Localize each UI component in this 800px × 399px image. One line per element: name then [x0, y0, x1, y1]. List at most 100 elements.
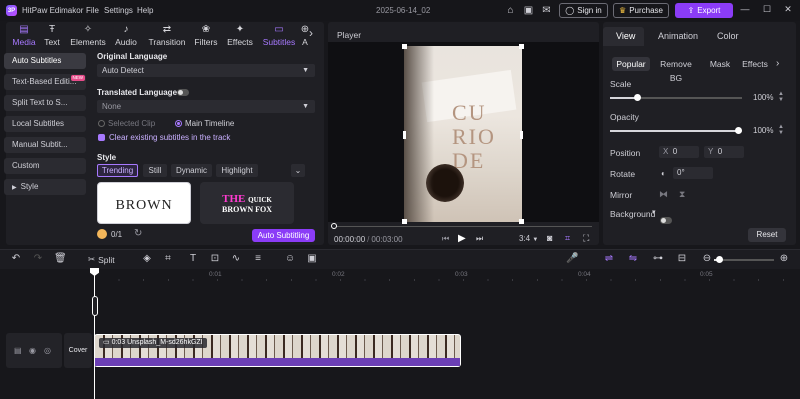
- sign-in-button[interactable]: ◯ Sign in: [559, 3, 608, 18]
- menu-settings[interactable]: Settings: [104, 6, 133, 15]
- playback-progress-track[interactable]: [334, 226, 592, 227]
- tab-animation[interactable]: Animation: [658, 31, 698, 41]
- style-card-quick-brown-fox[interactable]: THE QUICK BROWN FOX: [200, 182, 294, 224]
- link-icon[interactable]: ⇌: [603, 253, 615, 264]
- menu-manual-subtitles[interactable]: Manual Subtit...: [4, 137, 86, 153]
- zoom-out-icon[interactable]: ⊖: [701, 253, 713, 264]
- safe-zone-icon[interactable]: ⌗: [565, 233, 570, 244]
- radio-selected-clip[interactable]: [98, 120, 105, 127]
- subtab-popular[interactable]: Popular: [612, 57, 650, 71]
- freeze-icon[interactable]: ⊡: [209, 253, 221, 264]
- tab-color[interactable]: Color: [717, 31, 739, 41]
- zoom-slider[interactable]: [714, 259, 774, 261]
- microphone-icon[interactable]: 🎤: [566, 253, 578, 264]
- crop-icon[interactable]: ⌗: [162, 253, 174, 264]
- scale-stepper-icon[interactable]: ▲ ▼: [778, 91, 784, 103]
- category-text[interactable]: Ŧ Text: [34, 24, 70, 47]
- zoom-slider-knob[interactable]: [716, 256, 723, 263]
- rotate-icon[interactable]: ◐: [661, 169, 666, 178]
- menu-auto-subtitles[interactable]: Auto Subtitles: [4, 53, 86, 69]
- text-insert-icon[interactable]: T: [187, 253, 199, 264]
- category-subtitles[interactable]: ▭ Subtitles: [260, 24, 298, 47]
- radio-main-timeline[interactable]: [175, 120, 182, 127]
- opacity-slider[interactable]: [610, 130, 742, 132]
- close-icon[interactable]: ✕: [781, 4, 795, 15]
- style-tab-still[interactable]: Still: [143, 164, 167, 177]
- category-audio[interactable]: ♪ Audio: [108, 24, 144, 47]
- playback-progress-knob[interactable]: [331, 223, 337, 229]
- menu-split-text[interactable]: Split Text to S...: [4, 95, 86, 111]
- checkbox-checked-icon[interactable]: [98, 134, 105, 141]
- cover-button[interactable]: Cover: [64, 333, 92, 368]
- align-icon[interactable]: ≡: [252, 253, 264, 264]
- menu-local-subtitles[interactable]: Local Subtitles: [4, 116, 86, 132]
- purchase-button[interactable]: ♛ Purchase: [613, 3, 669, 18]
- gift-icon[interactable]: ⌂: [504, 4, 517, 17]
- marker-icon[interactable]: ◈: [141, 253, 153, 264]
- redo-icon[interactable]: ↷: [32, 253, 44, 264]
- menu-custom[interactable]: Custom: [4, 158, 86, 174]
- ripple-icon[interactable]: ⇋: [627, 253, 639, 264]
- play-icon[interactable]: ▶: [458, 233, 466, 244]
- delete-icon[interactable]: 🗑: [54, 253, 67, 264]
- chevron-right-icon[interactable]: ›: [776, 58, 779, 69]
- position-y-field[interactable]: Y 0: [704, 146, 744, 158]
- category-filters[interactable]: ❀ Filters: [188, 24, 224, 47]
- scale-slider-knob[interactable]: [634, 94, 641, 101]
- step-back-icon[interactable]: ⏮: [442, 234, 449, 244]
- fit-icon[interactable]: ⊟: [676, 253, 688, 264]
- position-x-field[interactable]: X 0: [659, 146, 699, 158]
- resize-handle-tr[interactable]: [519, 44, 524, 49]
- refresh-icon[interactable]: ↻: [134, 228, 142, 239]
- cart-icon[interactable]: ▣: [522, 4, 535, 17]
- export-button[interactable]: ⇪ Export: [675, 3, 733, 18]
- minimize-icon[interactable]: —: [738, 4, 752, 14]
- style-card-brown[interactable]: BROWN: [97, 182, 191, 224]
- reset-button[interactable]: Reset: [748, 228, 786, 242]
- aspect-ratio-select[interactable]: 3:4 ▼: [519, 234, 538, 243]
- opacity-stepper-icon[interactable]: ▲ ▼: [778, 124, 784, 136]
- video-frame[interactable]: CU RIO DE: [404, 46, 522, 222]
- track-visibility-icon[interactable]: ◉: [29, 346, 36, 355]
- media-import-icon[interactable]: ▣: [306, 253, 318, 264]
- menu-help[interactable]: Help: [137, 6, 153, 15]
- clear-existing-checkbox[interactable]: Clear existing subtitles in the track: [98, 133, 230, 142]
- resize-handle-bl[interactable]: [402, 219, 407, 224]
- split-button[interactable]: ✂ Split: [88, 254, 115, 265]
- playhead-line[interactable]: [94, 270, 95, 399]
- resize-handle-left[interactable]: [403, 131, 406, 139]
- mail-icon[interactable]: ✉: [540, 4, 553, 17]
- playhead-handle[interactable]: [92, 296, 98, 316]
- mirror-horizontal-icon[interactable]: ⧓: [659, 189, 668, 200]
- maximize-icon[interactable]: ☐: [760, 4, 774, 15]
- subtab-remove-bg[interactable]: Remove BG: [653, 57, 699, 83]
- fullscreen-icon[interactable]: ⛶: [583, 233, 589, 244]
- tab-view[interactable]: View: [616, 31, 635, 41]
- opacity-value[interactable]: 100%: [753, 126, 773, 135]
- scope-selected-clip[interactable]: Selected Clip: [98, 119, 155, 128]
- style-tab-highlight[interactable]: Highlight: [216, 164, 258, 177]
- original-language-dropdown[interactable]: Auto Detect ▼: [97, 64, 315, 77]
- undo-icon[interactable]: ↶: [10, 253, 22, 264]
- track-lock-icon[interactable]: ▤: [14, 346, 22, 355]
- auto-subtitling-button[interactable]: Auto Subtitling: [252, 229, 315, 242]
- track-audio-icon[interactable]: ◎: [44, 346, 51, 355]
- face-icon[interactable]: ☺: [284, 253, 296, 264]
- background-caret-icon[interactable]: ▾: [652, 208, 656, 216]
- style-tab-dynamic[interactable]: Dynamic: [171, 164, 212, 177]
- menu-style[interactable]: ▶ Style: [4, 179, 86, 195]
- subtab-effects[interactable]: Effects: [740, 57, 770, 71]
- chevron-right-icon[interactable]: ›: [309, 26, 313, 40]
- category-transition[interactable]: ⇄ Transition: [148, 24, 186, 47]
- style-expand-chevron-icon[interactable]: ⌄: [291, 164, 305, 177]
- scale-value[interactable]: 100%: [753, 93, 773, 102]
- menu-text-based-editing[interactable]: Text-Based Editi... NEW: [4, 74, 86, 90]
- rotate-field[interactable]: 0°: [673, 167, 713, 179]
- step-forward-icon[interactable]: ⏭: [476, 234, 483, 244]
- background-toggle[interactable]: [660, 217, 672, 224]
- zoom-in-icon[interactable]: ⊕: [778, 253, 790, 264]
- category-effects[interactable]: ✦ Effects: [222, 24, 258, 47]
- opacity-slider-knob[interactable]: [735, 127, 742, 134]
- style-tab-trending[interactable]: Trending: [97, 164, 138, 177]
- scale-slider[interactable]: [610, 97, 742, 99]
